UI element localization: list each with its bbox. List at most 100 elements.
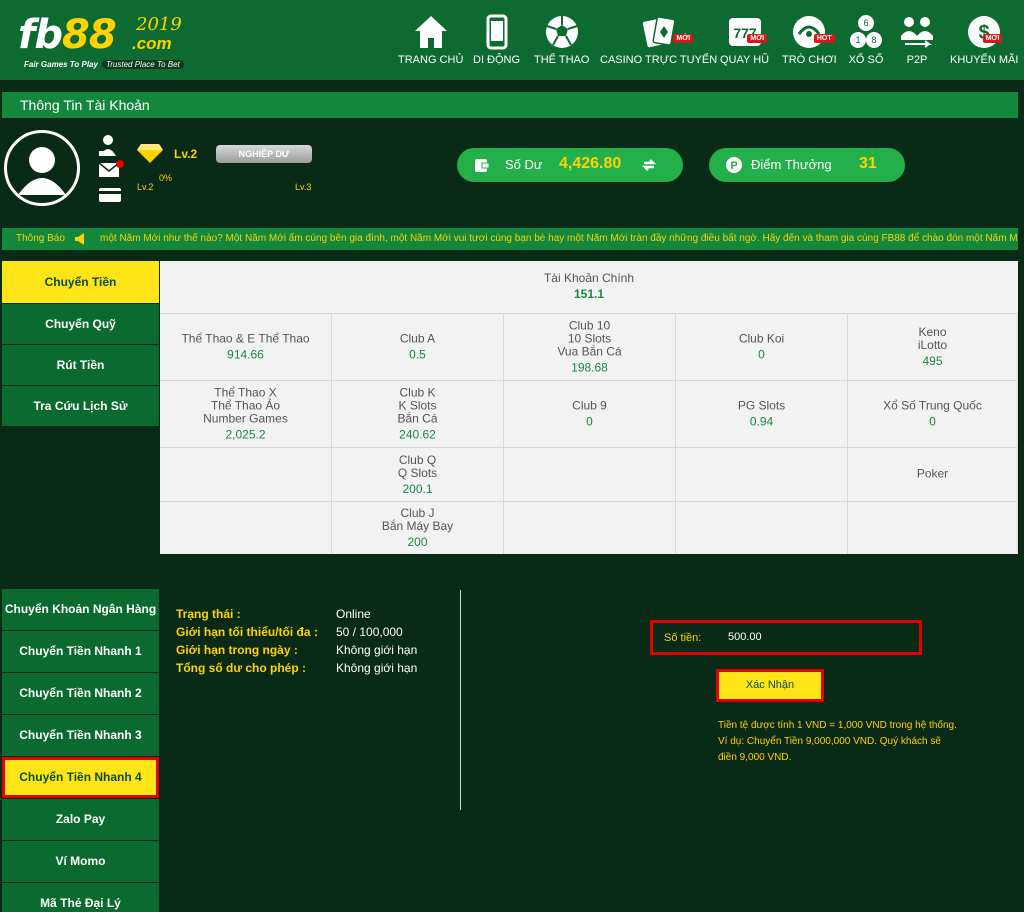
level-start: Lv.2 — [137, 182, 154, 192]
nav-lottery-label: XỔ SỐ — [848, 54, 884, 66]
nav-sports[interactable]: THỂ THAO — [534, 14, 589, 66]
level-label: Lv.2 — [174, 147, 198, 161]
amount-input[interactable] — [713, 626, 913, 648]
wallet-cell: Club J Bắn Máy Bay 200 — [332, 501, 504, 554]
wallet-value: 200.1 — [402, 481, 433, 496]
menu-quick-3[interactable]: Chuyển Tiền Nhanh 3 — [2, 715, 159, 756]
wallet-cell — [676, 447, 848, 501]
info-row: Giới hạn tối thiểu/tối đa :50 / 100,000 — [176, 625, 403, 639]
nav-p2p-label: P2P — [906, 54, 928, 66]
wallet-cell — [504, 501, 676, 554]
balance-value: 4,426.80 — [559, 155, 622, 172]
wallet-cell — [676, 501, 848, 554]
wallet-name: Club 10 10 Slots Vua Bắn Cá — [557, 318, 622, 359]
wallet-value: 200 — [407, 535, 428, 549]
diamond-icon — [137, 144, 163, 163]
nav-casino[interactable]: MỚI CASINO TRỰC TUYẾN — [600, 14, 717, 66]
nav-games-badge: HOT — [813, 34, 835, 43]
main-account-cell: Tài Khoản Chính 151.1 — [160, 261, 1018, 313]
wallet-value: 2,025.2 — [225, 427, 266, 442]
wallet-value: 0 — [586, 414, 593, 429]
promo-dollar-icon: $ — [968, 16, 1001, 48]
nav-home[interactable]: TRANG CHỦ — [398, 14, 463, 66]
wallet-cell: Club Q Q Slots 200.1 — [332, 447, 504, 501]
slot-777-icon: 777 — [728, 18, 761, 46]
notice-label: Thông Báo — [16, 233, 65, 244]
nav-p2p[interactable]: P2P — [899, 14, 935, 66]
wallet-icon — [475, 159, 490, 172]
logo-brand: fb88 — [18, 12, 117, 58]
main-account-label: Tài Khoản Chính — [543, 271, 635, 285]
menu-transfer[interactable]: Chuyển Tiền — [2, 261, 159, 303]
points-value: 31 — [859, 155, 877, 172]
nav-games[interactable]: HOT TRÒ CHƠI — [782, 14, 837, 66]
account-info-title: Thông Tin Tài Khoản — [20, 97, 150, 113]
wallet-name: Club 9 — [572, 398, 607, 413]
wallet-cell — [848, 501, 1018, 554]
points-pill[interactable]: P Điểm Thưởng 31 — [709, 148, 905, 182]
wallet-name: Xổ Số Trung Quốc — [883, 398, 982, 413]
balance-pill[interactable]: Số Dư 4,426.80 — [457, 148, 683, 182]
menu-quick-2[interactable]: Chuyển Tiền Nhanh 2 — [2, 673, 159, 714]
wallet-value: 240.62 — [399, 427, 436, 442]
bank-card-icon[interactable] — [98, 186, 122, 204]
nav-promo[interactable]: $ MỚI KHUYẾN MÃI — [950, 14, 1018, 66]
level-end: Lv.3 — [295, 182, 312, 192]
menu-agent-card[interactable]: Mã Thẻ Đại Lý — [2, 883, 159, 912]
wallet-cell: Thể Thao X Thể Thao Ảo Number Games 2,025… — [160, 380, 332, 447]
currency-note: Tiền tệ được tính 1 VND = 1,000 VND tron… — [718, 720, 957, 763]
wallet-value: 0.5 — [409, 347, 426, 362]
avatar[interactable] — [4, 130, 80, 206]
nav-promo-label: KHUYẾN MÃI — [950, 54, 1019, 66]
menu-zalo-pay[interactable]: Zalo Pay — [2, 799, 159, 840]
nav-sports-label: THỂ THAO — [534, 54, 590, 66]
wallet-cell — [160, 447, 332, 501]
wallet-cell: Thể Thao & E Thể Thao 914.66 — [160, 313, 332, 380]
points-icon: P — [726, 157, 742, 173]
wallet-name: Club K K Slots Bắn Cá — [397, 385, 438, 426]
nav-lottery[interactable]: 61 8 XỔ SỐ — [848, 14, 884, 66]
nav-mobile[interactable]: DI ĐỘNG — [473, 14, 520, 66]
nav-casino-label: CASINO TRỰC TUYẾN — [600, 54, 718, 66]
nav-slots-label: QUAY HŨ — [720, 54, 770, 66]
amount-field-box: Số tiền: — [650, 620, 922, 655]
soccer-ball-icon — [545, 16, 578, 48]
home-icon — [414, 16, 447, 48]
confirm-button[interactable]: Xác Nhận — [716, 669, 824, 702]
progress-percent: 0% — [159, 173, 173, 183]
wallet-cell: Club 90 — [504, 380, 676, 447]
wallet-cell: Xổ Số Trung Quốc 0 — [848, 380, 1018, 447]
wallet-name: Club J Bắn Máy Bay — [381, 506, 454, 533]
cards-icon — [642, 16, 676, 48]
wallet-grid: Tài Khoản Chính 151.1 Thể Thao & E Thể T… — [160, 261, 1018, 554]
info-row: Trạng thái : Online — [176, 607, 371, 621]
amount-label: Số tiền: — [664, 632, 702, 644]
refresh-icon[interactable] — [641, 157, 657, 173]
wallet-cell: Club 10 10 Slots Vua Bắn Cá 198.68 — [504, 313, 676, 380]
menu-fund-transfer[interactable]: Chuyển Quỹ — [2, 304, 159, 344]
nav-mobile-label: DI ĐỘNG — [473, 54, 521, 66]
wallet-value: 0 — [758, 347, 765, 362]
wallet-cell — [504, 447, 676, 501]
svg-text:1: 1 — [855, 35, 860, 45]
info-row: Tổng số dư cho phép : Không giới hạn — [176, 661, 418, 675]
fb88-logo[interactable]: fb88 2019 .com Fair Games To Play Trusted… — [8, 8, 208, 72]
notice-text: một Năm Mới như thế nào? Một Năm Mới ấm … — [100, 233, 1018, 244]
menu-momo[interactable]: Ví Momo — [2, 841, 159, 882]
divider — [460, 590, 461, 810]
profile-edit-icon[interactable] — [98, 134, 120, 158]
logo-tagline: Fair Games To Play Trusted Place To Bet — [24, 60, 184, 69]
menu-quick-4[interactable]: Chuyển Tiền Nhanh 4 — [2, 757, 159, 798]
menu-history[interactable]: Tra Cứu Lịch Sử — [2, 386, 159, 426]
mobile-icon — [486, 14, 508, 50]
menu-quick-1[interactable]: Chuyển Tiền Nhanh 1 — [2, 631, 159, 672]
logo-year: 2019 — [136, 14, 182, 35]
wallet-cell: Poker — [848, 447, 1018, 501]
menu-withdraw[interactable]: Rút Tiền — [2, 345, 159, 385]
wallet-name: Club A — [399, 331, 436, 346]
mail-icon[interactable] — [98, 160, 124, 180]
menu-bank-transfer[interactable]: Chuyển Khoản Ngân Hàng — [2, 589, 159, 630]
nav-slots[interactable]: 777 MỚI QUAY HŨ — [720, 14, 769, 66]
wallet-value: 198.68 — [571, 360, 608, 375]
wallet-name: PG Slots — [737, 398, 786, 413]
